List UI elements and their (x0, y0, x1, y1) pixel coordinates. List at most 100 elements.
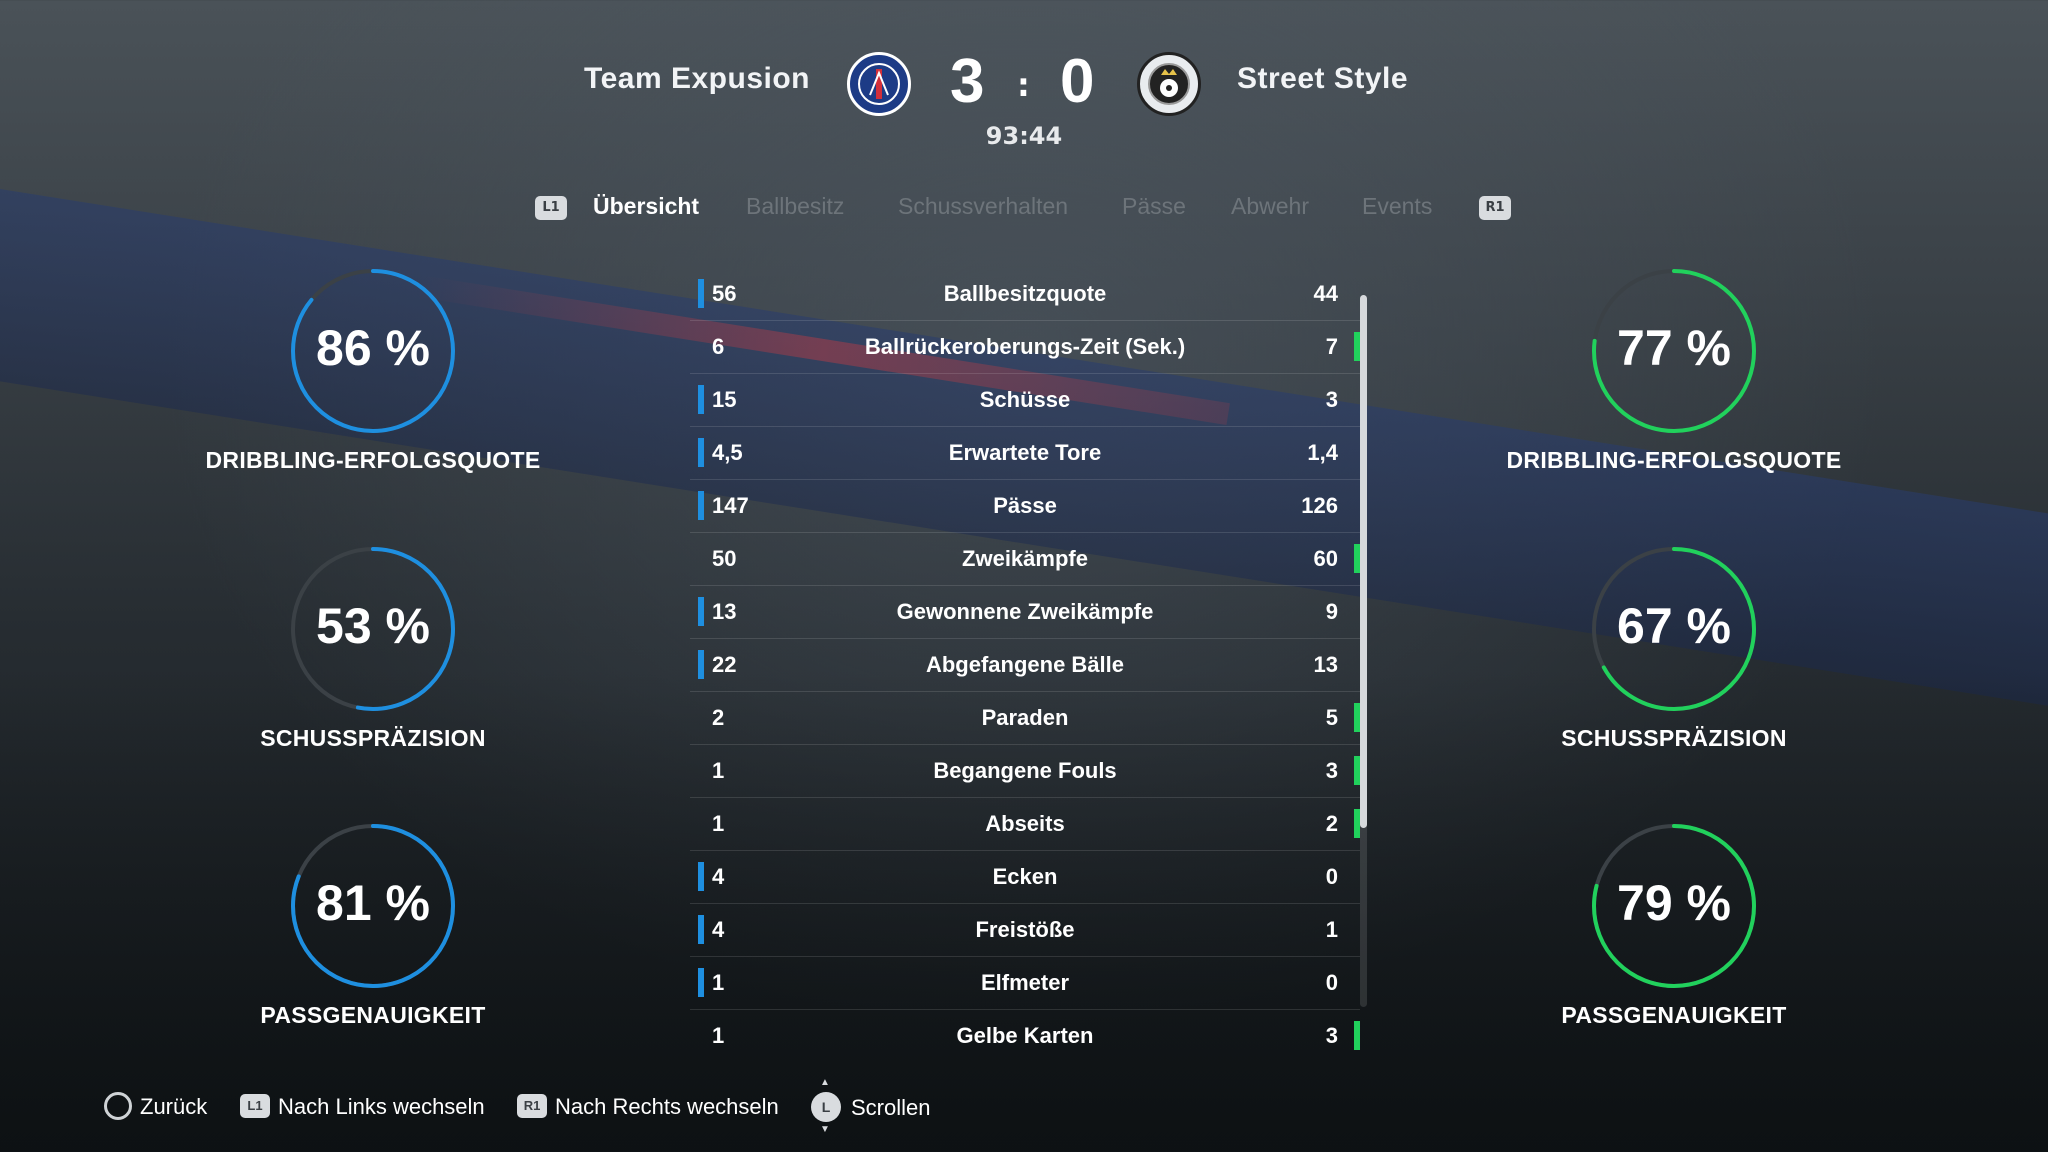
stat-label: Elfmeter (980, 970, 1070, 995)
ring-label: PASSGENAUIGKEIT (1561, 1002, 1787, 1028)
stat-home-value: 6 (712, 334, 725, 359)
stat-label: Freistöße (975, 917, 1075, 942)
stat-away-value: 2 (1325, 811, 1338, 836)
ring-label: SCHUSSPRÄZISION (1561, 725, 1787, 751)
stat-label: Begangene Fouls (933, 758, 1117, 783)
stat-label: Paraden (981, 705, 1069, 730)
home-lead-marker (698, 650, 704, 679)
ring-label: PASSGENAUIGKEIT (260, 1002, 486, 1028)
stat-home-value: 4 (712, 917, 725, 942)
hint-back-label: Zurück (140, 1094, 208, 1119)
stat-away-value: 1 (1325, 917, 1338, 942)
home-score: 3 (950, 47, 985, 116)
stat-home-value: 4 (712, 864, 725, 889)
hint-switch-left-label: Nach Links wechseln (278, 1094, 485, 1119)
away-team-crest-icon (1137, 52, 1201, 116)
stat-label: Ballrückeroberungs-Zeit (Sek.) (864, 334, 1186, 359)
stat-row: 15 Schüsse 3 (690, 374, 1360, 427)
away-lead-marker (1354, 1021, 1360, 1050)
home-lead-marker (698, 968, 704, 997)
stat-row: 4,5 Erwartete Tore 1,4 (690, 427, 1360, 480)
stat-label: Schüsse (979, 387, 1071, 412)
home-lead-marker (698, 862, 704, 891)
stat-home-value: 1 (712, 1023, 725, 1048)
stat-row: 1 Begangene Fouls 3 (690, 745, 1360, 798)
stat-home-value: 22 (712, 652, 737, 677)
stat-home-value: 147 (712, 493, 749, 518)
hint-switch-right[interactable]: R1 Nach Rechts wechseln (517, 1092, 779, 1119)
l1-button-icon[interactable]: L1 (535, 196, 567, 220)
stat-label: Zweikämpfe (962, 546, 1088, 571)
r1-button-icon[interactable]: R1 (1479, 196, 1511, 220)
tab-uebersicht[interactable]: Übersicht (593, 193, 699, 220)
home-lead-marker (698, 915, 704, 944)
stat-ring: 86 % DRIBBLING-ERFOLGSQUOTE (193, 267, 553, 474)
stat-label: Erwartete Tore (948, 440, 1102, 465)
stat-label: Ballbesitzquote (943, 281, 1107, 306)
tab-events[interactable]: Events (1362, 193, 1432, 220)
home-team-crest-icon (847, 52, 911, 116)
stat-home-value: 50 (712, 546, 737, 571)
ring-label: DRIBBLING-ERFOLGSQUOTE (1506, 447, 1842, 473)
left-stick-icon: ▲ L ▼ (811, 1078, 841, 1135)
tab-ballbesitz[interactable]: Ballbesitz (746, 193, 844, 220)
stats-scrollbar[interactable] (1360, 295, 1367, 1007)
stat-ring: 67 % SCHUSSPRÄZISION (1494, 545, 1854, 752)
stat-ring: 53 % SCHUSSPRÄZISION (193, 545, 553, 752)
home-lead-marker (698, 491, 704, 520)
stat-away-value: 13 (1313, 652, 1338, 677)
stat-row: 1 Gelbe Karten 3 (690, 1010, 1360, 1062)
ring-value: 53 % (316, 598, 430, 654)
stat-home-value: 4,5 (712, 440, 743, 465)
stat-ring: 79 % PASSGENAUIGKEIT (1494, 822, 1854, 1029)
stat-row: 22 Abgefangene Bälle 13 (690, 639, 1360, 692)
l1-button-icon: L1 (240, 1094, 270, 1119)
tab-paesse[interactable]: Pässe (1122, 193, 1186, 220)
hint-switch-left[interactable]: L1 Nach Links wechseln (240, 1092, 485, 1119)
home-lead-marker (698, 597, 704, 626)
score-separator: : (1017, 66, 1030, 104)
home-lead-marker (698, 438, 704, 467)
stat-ring: 81 % PASSGENAUIGKEIT (193, 822, 553, 1029)
stats-table: 56 Ballbesitzquote 44 6 Ballrückeroberungs-Z… (690, 268, 1360, 1062)
stat-row: 6 Ballrückeroberungs-Zeit (Sek.) 7 (690, 321, 1360, 374)
ring-value: 86 % (316, 320, 430, 376)
stat-away-value: 3 (1325, 387, 1338, 412)
stat-away-value: 3 (1325, 758, 1338, 783)
stat-label: Gewonnene Zweikämpfe (896, 599, 1154, 624)
tab-schussverhalten[interactable]: Schussverhalten (898, 193, 1068, 220)
home-team-name: Team Expusion (584, 62, 810, 95)
stat-row: 4 Freistöße 1 (690, 904, 1360, 957)
stat-row: 147 Pässe 126 (690, 480, 1360, 533)
stat-home-value: 1 (712, 758, 725, 783)
stat-row: 4 Ecken 0 (690, 851, 1360, 904)
stat-away-value: 7 (1325, 334, 1338, 359)
stat-away-value: 44 (1313, 281, 1338, 306)
hint-scroll-label: Scrollen (851, 1094, 931, 1120)
r1-button-icon: R1 (517, 1094, 547, 1119)
stat-away-value: 1,4 (1307, 440, 1338, 465)
stat-row: 1 Abseits 2 (690, 798, 1360, 851)
stat-away-value: 0 (1325, 864, 1338, 889)
hint-back[interactable]: Zurück (104, 1092, 208, 1121)
stat-away-value: 3 (1325, 1023, 1338, 1048)
stat-away-value: 0 (1325, 970, 1338, 995)
stat-away-value: 5 (1325, 705, 1338, 730)
ring-label: DRIBBLING-ERFOLGSQUOTE (205, 447, 541, 473)
stat-ring: 77 % DRIBBLING-ERFOLGSQUOTE (1494, 267, 1854, 474)
scrollbar-thumb[interactable] (1360, 295, 1367, 828)
stat-row: 13 Gewonnene Zweikämpfe 9 (690, 586, 1360, 639)
stat-label: Abseits (985, 811, 1065, 836)
hint-scroll[interactable]: ▲ L ▼ Scrollen (811, 1078, 931, 1135)
tab-abwehr[interactable]: Abwehr (1231, 193, 1309, 220)
stat-label: Ecken (992, 864, 1058, 889)
home-lead-marker (698, 385, 704, 414)
away-score: 0 (1060, 47, 1095, 116)
ring-value: 79 % (1617, 875, 1731, 931)
stat-away-value: 126 (1301, 493, 1338, 518)
stat-label: Abgefangene Bälle (925, 652, 1125, 677)
match-clock: 93:44 (985, 122, 1063, 150)
stat-home-value: 2 (712, 705, 725, 730)
stat-home-value: 1 (712, 811, 725, 836)
stat-row: 2 Paraden 5 (690, 692, 1360, 745)
